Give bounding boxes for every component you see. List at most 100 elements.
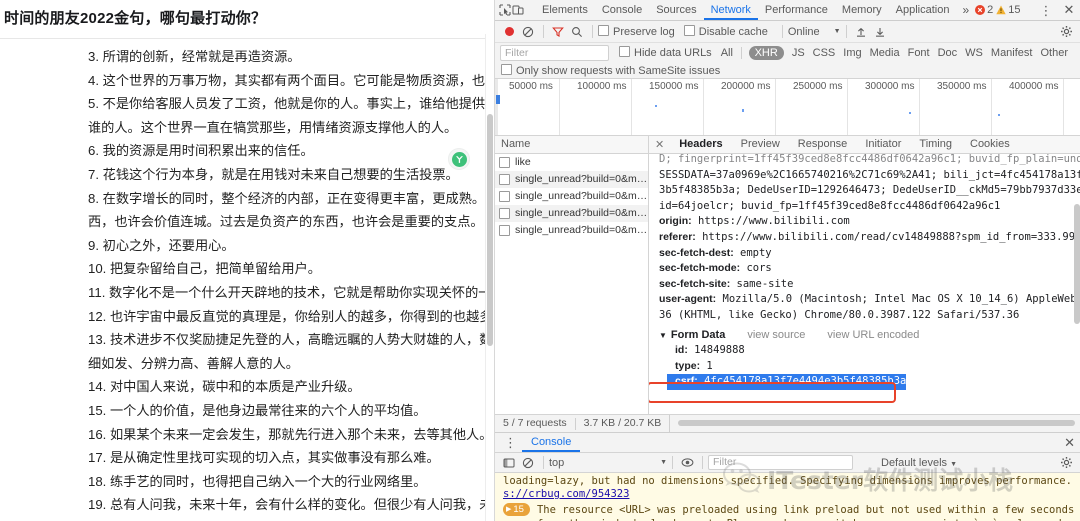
row-checkbox-icon	[499, 225, 510, 236]
filter-type-media[interactable]: Media	[870, 47, 900, 59]
article-pane: 时间的朋友2022金句，哪句最打动你？ 3. 所谓的创新，经常就是再造资源。 4…	[0, 0, 495, 521]
timeline-tick: 150000 ms	[649, 81, 699, 92]
filter-type-manifest[interactable]: Manifest	[991, 47, 1033, 59]
throttling-select[interactable]: Online ▼	[788, 26, 841, 38]
form-data-section-header[interactable]: ▼ Form Data view source view URL encoded	[659, 328, 1080, 344]
detail-tab-cookies[interactable]: Cookies	[961, 136, 1019, 153]
record-button[interactable]	[500, 23, 518, 41]
detail-tab-preview[interactable]: Preview	[732, 136, 789, 153]
more-tabs-icon[interactable]: »	[956, 3, 975, 17]
checkbox-box[interactable]	[683, 25, 695, 36]
tab-elements[interactable]: Elements	[535, 0, 595, 20]
filter-type-font[interactable]: Font	[908, 47, 930, 59]
form-key: csrf:	[675, 375, 698, 388]
live-expression-eye-icon[interactable]	[678, 454, 696, 472]
filter-type-xhr[interactable]: XHR	[748, 45, 784, 60]
tab-memory[interactable]: Memory	[835, 0, 889, 20]
table-row[interactable]: single_unread?build=0&mobi…	[495, 171, 648, 188]
export-har-icon[interactable]	[871, 23, 889, 41]
filter-type-other[interactable]: Other	[1040, 47, 1068, 59]
tab-performance[interactable]: Performance	[758, 0, 835, 20]
console-levels-select[interactable]: Default levels ▼	[881, 457, 957, 469]
console-filter-input[interactable]: Filter	[708, 455, 853, 470]
drawer-menu-icon[interactable]: ⋮	[499, 436, 522, 449]
timeline-tick: 100000 ms	[577, 81, 627, 92]
request-name: single_unread?build=0&mobi…	[515, 224, 648, 236]
form-data-row-csrf[interactable]: csrf: 4fc454178a13f7e4494e3b5f48385b3a	[667, 374, 907, 390]
filter-type-css[interactable]: CSS	[813, 47, 836, 59]
close-drawer-icon[interactable]: ✕	[1058, 435, 1080, 451]
devtools-menu-icon[interactable]: ⋮	[1035, 4, 1058, 17]
detail-tab-headers[interactable]: Headers	[670, 136, 731, 153]
crbug-link[interactable]: s://crbug.com/954323	[503, 488, 629, 500]
gear-icon[interactable]	[1057, 23, 1075, 41]
error-count: 2	[987, 4, 994, 16]
clear-button-icon[interactable]	[519, 23, 537, 41]
view-url-encoded-link[interactable]: view URL encoded	[827, 328, 919, 344]
preserve-log-label: Preserve log	[613, 26, 675, 38]
triangle-down-icon: ▼	[659, 330, 667, 340]
row-checkbox-icon	[499, 208, 510, 219]
console-message-truncated: loading=lazy, but had no dimensions spec…	[503, 475, 1075, 487]
console-sidebar-icon[interactable]	[500, 454, 518, 472]
issue-badges[interactable]: 2 15	[975, 4, 1021, 16]
article-line: 变的。我认为第二个问题比第一个问题更重要。因为你要把战略建立在	[0, 517, 494, 521]
checkbox-box[interactable]	[619, 46, 631, 57]
error-badge[interactable]: 2	[975, 4, 993, 16]
filter-type-img[interactable]: Img	[843, 47, 861, 59]
checkbox-box[interactable]	[598, 25, 609, 36]
network-overview[interactable]: 50000 ms 100000 ms 150000 ms 200000 ms 2…	[495, 79, 1080, 136]
filter-icon[interactable]	[549, 23, 567, 41]
disable-cache-checkbox[interactable]: Disable cache	[683, 25, 768, 38]
console-context-select[interactable]: top ▼	[549, 457, 667, 469]
headers-content: D; fingerprint=1ff45f39ced8e8fcc4486df06…	[649, 154, 1080, 414]
search-icon[interactable]	[568, 23, 586, 41]
tab-console[interactable]: Console	[595, 0, 649, 20]
article-line: 17. 是从确定性里找可实现的切入点，其实做事没有那么难。	[88, 450, 440, 466]
network-status-bar: 5 / 7 requests 3.7 KB / 20.7 KB	[495, 414, 1080, 433]
filter-type-js[interactable]: JS	[792, 47, 805, 59]
network-split: Name like single_unread?build=0&mobi… si…	[495, 136, 1080, 414]
detail-tab-timing[interactable]: Timing	[910, 136, 961, 153]
close-devtools-icon[interactable]: ✕	[1058, 2, 1080, 18]
table-row[interactable]: like	[495, 154, 648, 171]
filter-type-all[interactable]: All	[721, 47, 733, 59]
row-checkbox-icon	[499, 157, 510, 168]
article-scrollbar[interactable]	[485, 34, 494, 521]
hide-data-urls-checkbox[interactable]: Hide data URLs	[619, 46, 712, 59]
detail-scrollbar-thumb[interactable]	[1074, 204, 1080, 324]
clear-console-icon[interactable]	[519, 454, 537, 472]
preserve-log-checkbox[interactable]: Preserve log	[598, 25, 675, 38]
warning-icon	[996, 5, 1006, 15]
console-toolbar: top ▼ Filter Default levels ▼	[495, 453, 1080, 473]
column-header-name[interactable]: Name	[495, 136, 648, 154]
inspect-element-icon[interactable]	[499, 1, 511, 19]
table-row[interactable]: single_unread?build=0&mobi…	[495, 188, 648, 205]
form-data-row-id: id: 14849888	[659, 343, 1080, 359]
view-source-link[interactable]: view source	[747, 328, 805, 344]
filter-input[interactable]: Filter	[500, 44, 610, 61]
horizontal-scrollbar-thumb[interactable]	[678, 420, 1075, 426]
drawer-tab-console[interactable]: Console	[522, 433, 580, 452]
filter-type-ws[interactable]: WS	[965, 47, 983, 59]
checkbox-box[interactable]	[501, 63, 512, 75]
filter-type-doc[interactable]: Doc	[938, 47, 958, 59]
timeline-tick: 300000 ms	[865, 81, 915, 92]
tab-application[interactable]: Application	[889, 0, 957, 20]
toggle-device-toolbar-icon[interactable]	[512, 1, 524, 19]
tab-network[interactable]: Network	[704, 0, 758, 20]
close-detail-icon[interactable]: ✕	[653, 138, 670, 151]
table-row[interactable]: single_unread?build=0&mobi…	[495, 222, 648, 239]
warning-group-count[interactable]: ▶ 15	[503, 503, 530, 516]
chevron-down-icon: ▼	[950, 460, 958, 468]
console-settings-gear-icon[interactable]	[1057, 454, 1075, 472]
article-scrollbar-thumb[interactable]	[487, 114, 493, 346]
disable-cache-label: Disable cache	[698, 26, 768, 38]
tab-sources[interactable]: Sources	[649, 0, 703, 20]
import-har-icon[interactable]	[852, 23, 870, 41]
detail-tab-initiator[interactable]: Initiator	[856, 136, 910, 153]
samesite-checkbox[interactable]: Only show requests with SameSite issues	[501, 63, 720, 77]
warning-badge[interactable]: 15	[996, 4, 1021, 16]
table-row[interactable]: single_unread?build=0&mobi…	[495, 205, 648, 222]
detail-tab-response[interactable]: Response	[789, 136, 857, 153]
